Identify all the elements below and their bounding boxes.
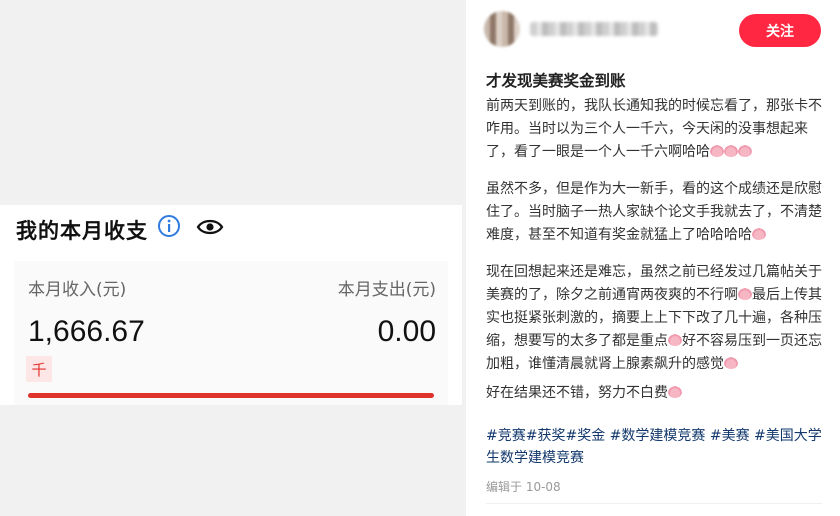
hashtag-link[interactable]: #获奖: [526, 428, 566, 444]
follow-button[interactable]: 关注: [739, 14, 821, 47]
left-image-pane: 我的本月收支 本月收入(元) 本月支出(元) 1,666.67 0.00 千: [0, 0, 465, 516]
hashtag-link[interactable]: #美赛: [710, 428, 750, 444]
laugh-emoji-icon: [668, 386, 682, 398]
clown-emoji-icon: [738, 288, 752, 300]
hashtag-link[interactable]: #竞赛: [486, 428, 526, 444]
edit-date: 编辑于 10-08: [486, 480, 561, 494]
post-paragraph: 现在回想起来还是难忘，虽然之前已经发过几篇帖关于美赛的了，除夕之前通宵两夜爽的不…: [486, 261, 822, 376]
post-paragraph: 前两天到账的，我队长通知我的时候忘看了，那张卡不咋用。当时以为三个人一千六，今天…: [486, 95, 822, 164]
laugh-emoji-icon: [752, 228, 766, 240]
clown-emoji-icon: [724, 357, 738, 369]
income-value: 1,666.67: [28, 315, 145, 348]
unit-badge: 千: [26, 356, 52, 382]
post-panel: 关注 才发现美赛奖金到账 前两天到账的，我队长通知我的时候忘看了，那张卡不咋用。…: [466, 0, 840, 516]
tag-list: #竞赛#获奖#奖金 #数学建模竞赛 #美赛 #美国大学生数学建模竞赛: [486, 425, 826, 469]
eye-icon: [196, 219, 224, 235]
card-title: 我的本月收支: [16, 219, 148, 243]
expense-label: 本月支出(元): [337, 280, 436, 300]
income-progress-bar: [28, 393, 434, 398]
info-icon: [158, 215, 180, 237]
laugh-emoji-icon: [724, 145, 738, 157]
post-title: 才发现美赛奖金到账: [486, 72, 626, 90]
paragraph-text: 虽然不多，但是作为大一新手，看的这个成绩还是欣慰住了。当时脑子一热人家缺个论文手…: [486, 181, 822, 243]
monthly-balance-card: 我的本月收支 本月收入(元) 本月支出(元) 1,666.67 0.00 千: [0, 205, 462, 405]
avatar[interactable]: [484, 11, 520, 47]
hashtag-link[interactable]: #奖金: [565, 428, 605, 444]
paragraph-text: 前两天到账的，我队长通知我的时候忘看了，那张卡不咋用。当时以为三个人一千六，今天…: [486, 98, 822, 160]
balance-body: 本月收入(元) 本月支出(元) 1,666.67 0.00 千: [14, 261, 448, 405]
author-name-blurred[interactable]: [530, 22, 658, 36]
laugh-emoji-icon: [738, 145, 752, 157]
paragraph-text: 好在结果还不错，努力不白费: [486, 385, 668, 401]
income-label: 本月收入(元): [28, 280, 127, 300]
hashtag-link[interactable]: #数学建模竞赛: [610, 428, 706, 444]
post-paragraph: 好在结果还不错，努力不白费: [486, 382, 822, 405]
clown-emoji-icon: [668, 334, 682, 346]
divider: [486, 503, 822, 504]
laugh-emoji-icon: [710, 145, 724, 157]
post-paragraph: 虽然不多，但是作为大一新手，看的这个成绩还是欣慰住了。当时脑子一热人家缺个论文手…: [486, 178, 822, 247]
expense-value: 0.00: [377, 315, 436, 348]
